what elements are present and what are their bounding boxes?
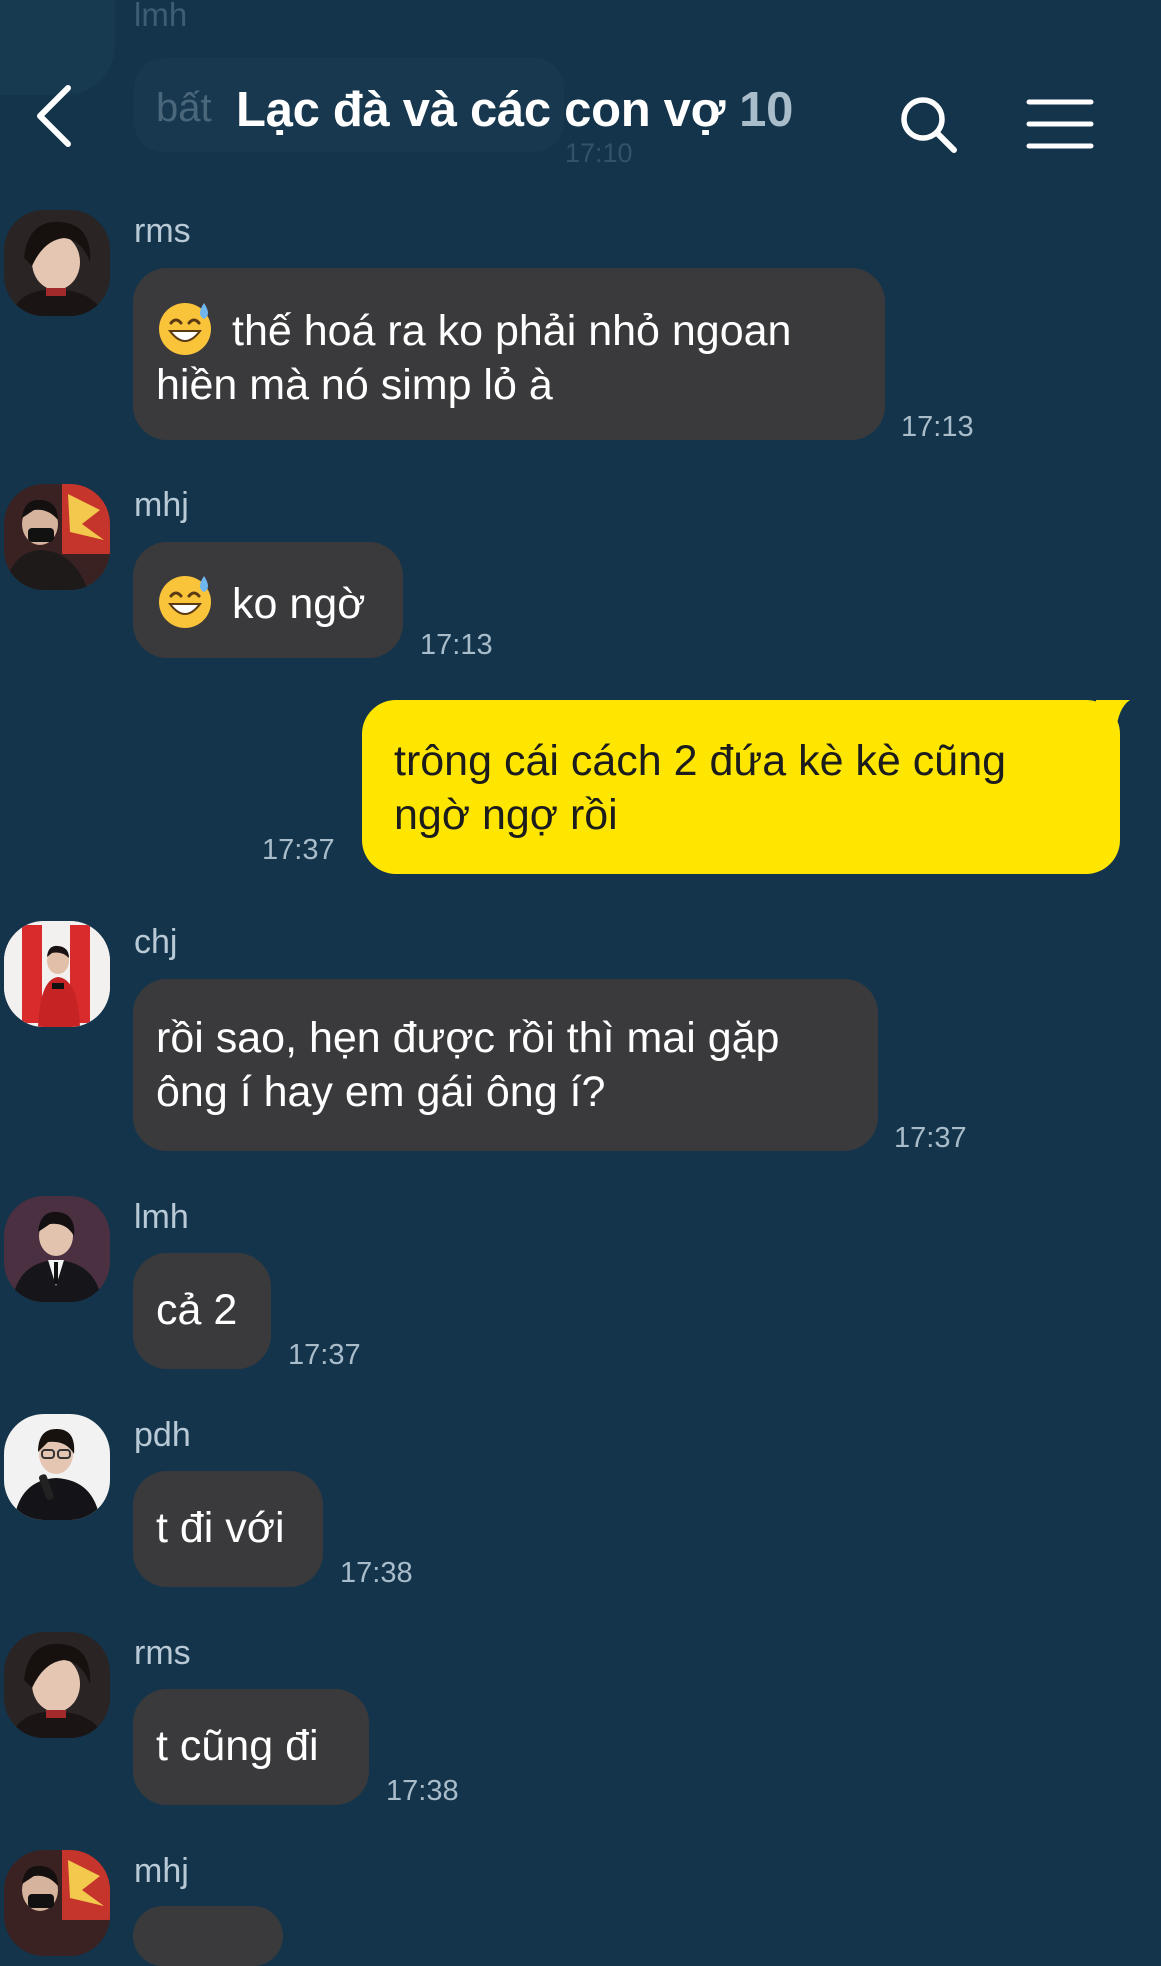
message-text-line1: rồi sao, hẹn được rồi thì mai gặp <box>156 1014 780 1062</box>
sender-name: rms <box>134 1634 191 1672</box>
message-bubble[interactable]: ko ngờ <box>133 542 403 658</box>
message-time: 17:38 <box>386 1775 459 1807</box>
chat-header: Lạc đà và các con vợ 10 <box>0 60 1161 170</box>
message-text-line1: trông cái cách 2 đứa kè kè cũng <box>394 737 1007 785</box>
chat-title-text: Lạc đà và các con vợ <box>236 83 726 137</box>
chevron-left-icon <box>37 85 71 147</box>
message-time: 17:13 <box>420 629 493 661</box>
message-time: 17:37 <box>894 1122 967 1154</box>
sender-name: lmh <box>134 1198 189 1236</box>
sender-name: mhj <box>134 486 189 524</box>
message-bubble[interactable]: cả 2 <box>133 1253 271 1369</box>
message-text-line2: ông í hay em gái ông í? <box>156 1068 606 1116</box>
my-message-bubble[interactable]: trông cái cách 2 đứa kè kè cũng ngờ ngợ … <box>362 700 1120 874</box>
sender-name: rms <box>134 212 191 250</box>
avatar-lmh[interactable] <box>4 1196 110 1302</box>
menu-icon <box>1026 99 1094 149</box>
sweat-smile-emoji <box>159 303 211 355</box>
message-bubble[interactable]: rồi sao, hẹn được rồi thì mai gặp ông í … <box>133 979 878 1151</box>
message-text-line1: thế hoá ra ko phải nhỏ ngoan <box>232 307 792 355</box>
message-text: cả 2 <box>156 1286 238 1334</box>
message-time: 17:38 <box>340 1557 413 1589</box>
message-text: ko ngờ <box>232 580 366 628</box>
message-text: t đi với <box>156 1504 285 1552</box>
sender-name: mhj <box>134 1852 189 1890</box>
bubble-tail <box>1096 700 1130 732</box>
message-time: 17:37 <box>288 1339 361 1371</box>
avatar-rms[interactable] <box>4 1632 110 1738</box>
message-text-line2: ngờ ngợ rồi <box>394 791 618 839</box>
avatar-pdh[interactable] <box>4 1414 110 1520</box>
avatar-mhj[interactable] <box>4 484 110 590</box>
sender-name: pdh <box>134 1416 191 1454</box>
message-text: t cũng đi <box>156 1722 319 1770</box>
ghost-sender-name: lmh <box>134 0 188 33</box>
avatar-rms[interactable] <box>4 210 110 316</box>
search-icon <box>901 97 957 153</box>
sender-name: chj <box>134 923 178 961</box>
avatar-mhj[interactable] <box>4 1850 110 1956</box>
message-text-line2: hiền mà nó simp lỏ à <box>156 361 553 409</box>
message-bubble[interactable]: t cũng đi <box>133 1689 369 1805</box>
message-time: 17:37 <box>262 834 335 866</box>
message-time: 17:13 <box>901 411 974 443</box>
message-bubble[interactable]: thế hoá ra ko phải nhỏ ngoan hiền mà nó … <box>133 268 885 440</box>
message-bubble[interactable]: t đi với <box>133 1471 323 1587</box>
chat-title: Lạc đà và các con vợ 10 <box>236 82 793 138</box>
menu-button[interactable] <box>1026 96 1094 152</box>
back-button[interactable] <box>28 80 88 150</box>
message-bubble[interactable] <box>133 1906 283 1966</box>
avatar-chj[interactable] <box>4 921 110 1027</box>
search-button[interactable] <box>896 92 962 158</box>
sweat-smile-emoji <box>159 576 211 628</box>
member-count: 10 <box>739 83 794 137</box>
